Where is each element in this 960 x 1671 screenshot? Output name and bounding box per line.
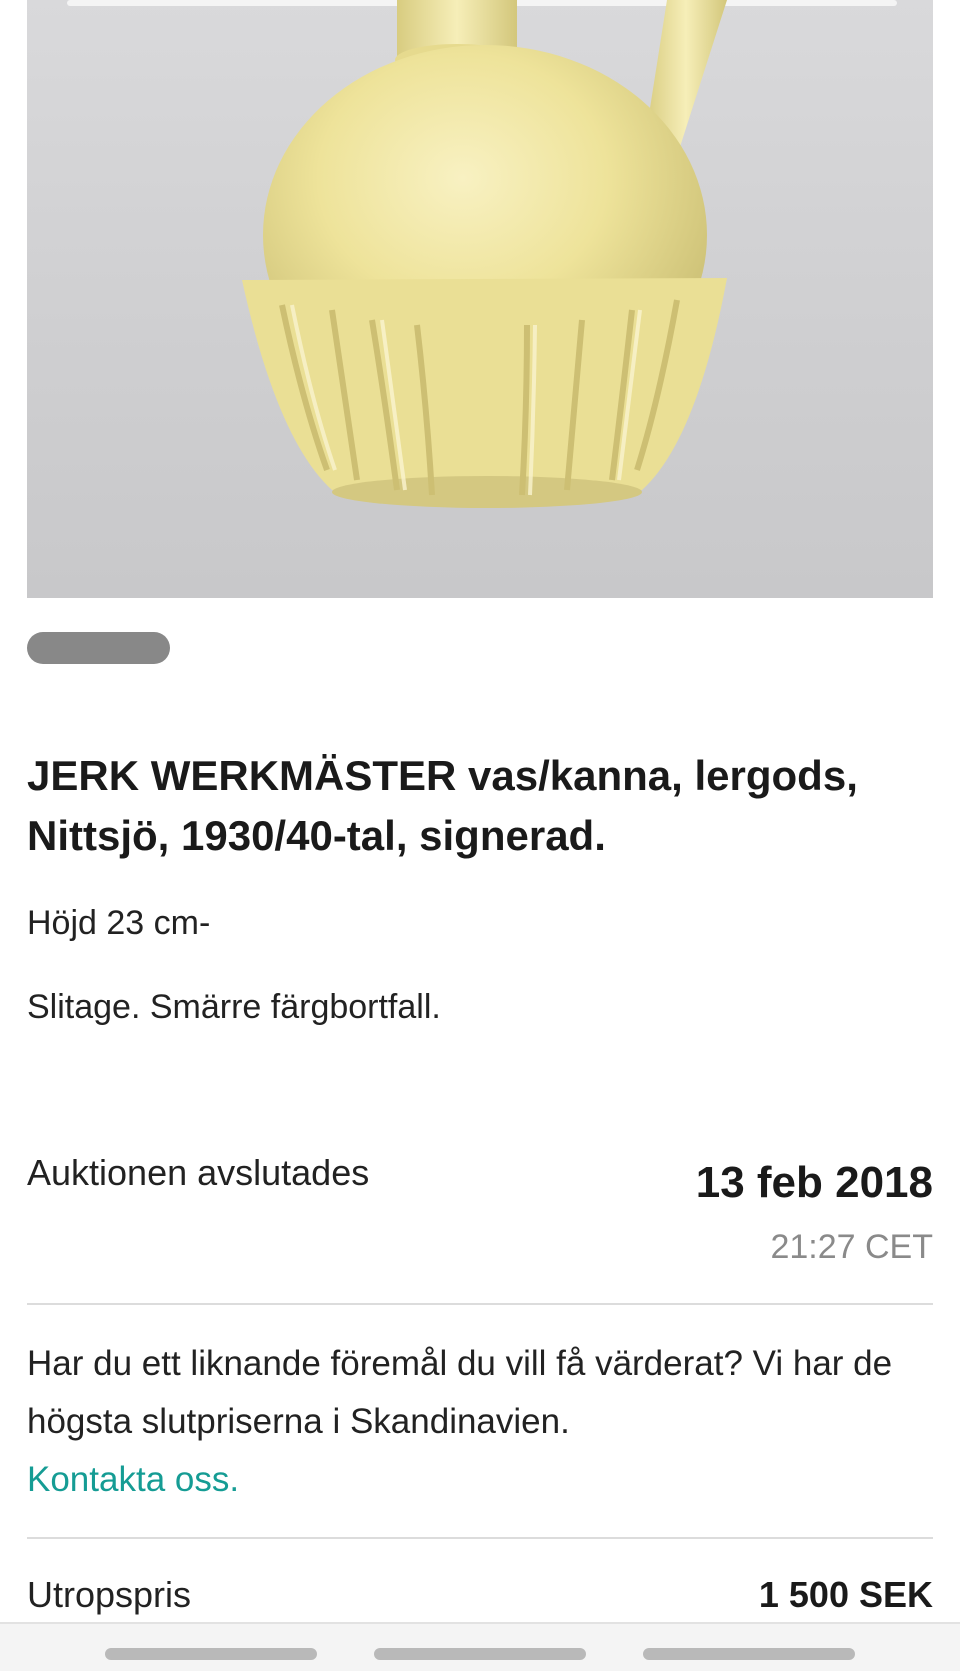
- vase-illustration: [67, 0, 897, 508]
- valuation-prompt: Har du ett liknande föremål du vill få v…: [27, 1335, 933, 1509]
- auction-end-time: 21:27 CET: [770, 1228, 933, 1266]
- starting-price-label: Utropspris: [27, 1574, 192, 1615]
- valuation-text: Har du ett liknande föremål du vill få v…: [27, 1344, 893, 1441]
- starting-price-value: 1 500 SEK: [758, 1574, 933, 1615]
- item-condition: Slitage. Smärre färgbortfall.: [27, 988, 441, 1026]
- image-pager-indicator: [27, 632, 170, 664]
- tab-placeholder[interactable]: [374, 1648, 586, 1660]
- auction-end-date: 13 feb 2018: [695, 1158, 933, 1207]
- tab-placeholder[interactable]: [643, 1648, 855, 1660]
- item-title: JERK WERKMÄSTER vas/kanna, lergods, Nitt…: [27, 746, 933, 866]
- item-height: Höjd 23 cm-: [27, 904, 211, 942]
- contact-us-link[interactable]: Kontakta oss.: [27, 1451, 933, 1509]
- item-title-maker: JERK WERKMÄSTER: [27, 752, 457, 799]
- divider: [27, 1537, 933, 1539]
- auction-end-label: Auktionen avslutades: [27, 1152, 370, 1193]
- bottom-tab-bar: [0, 1622, 960, 1671]
- product-image[interactable]: [27, 0, 933, 598]
- tab-placeholder[interactable]: [105, 1648, 317, 1660]
- divider: [27, 1303, 933, 1305]
